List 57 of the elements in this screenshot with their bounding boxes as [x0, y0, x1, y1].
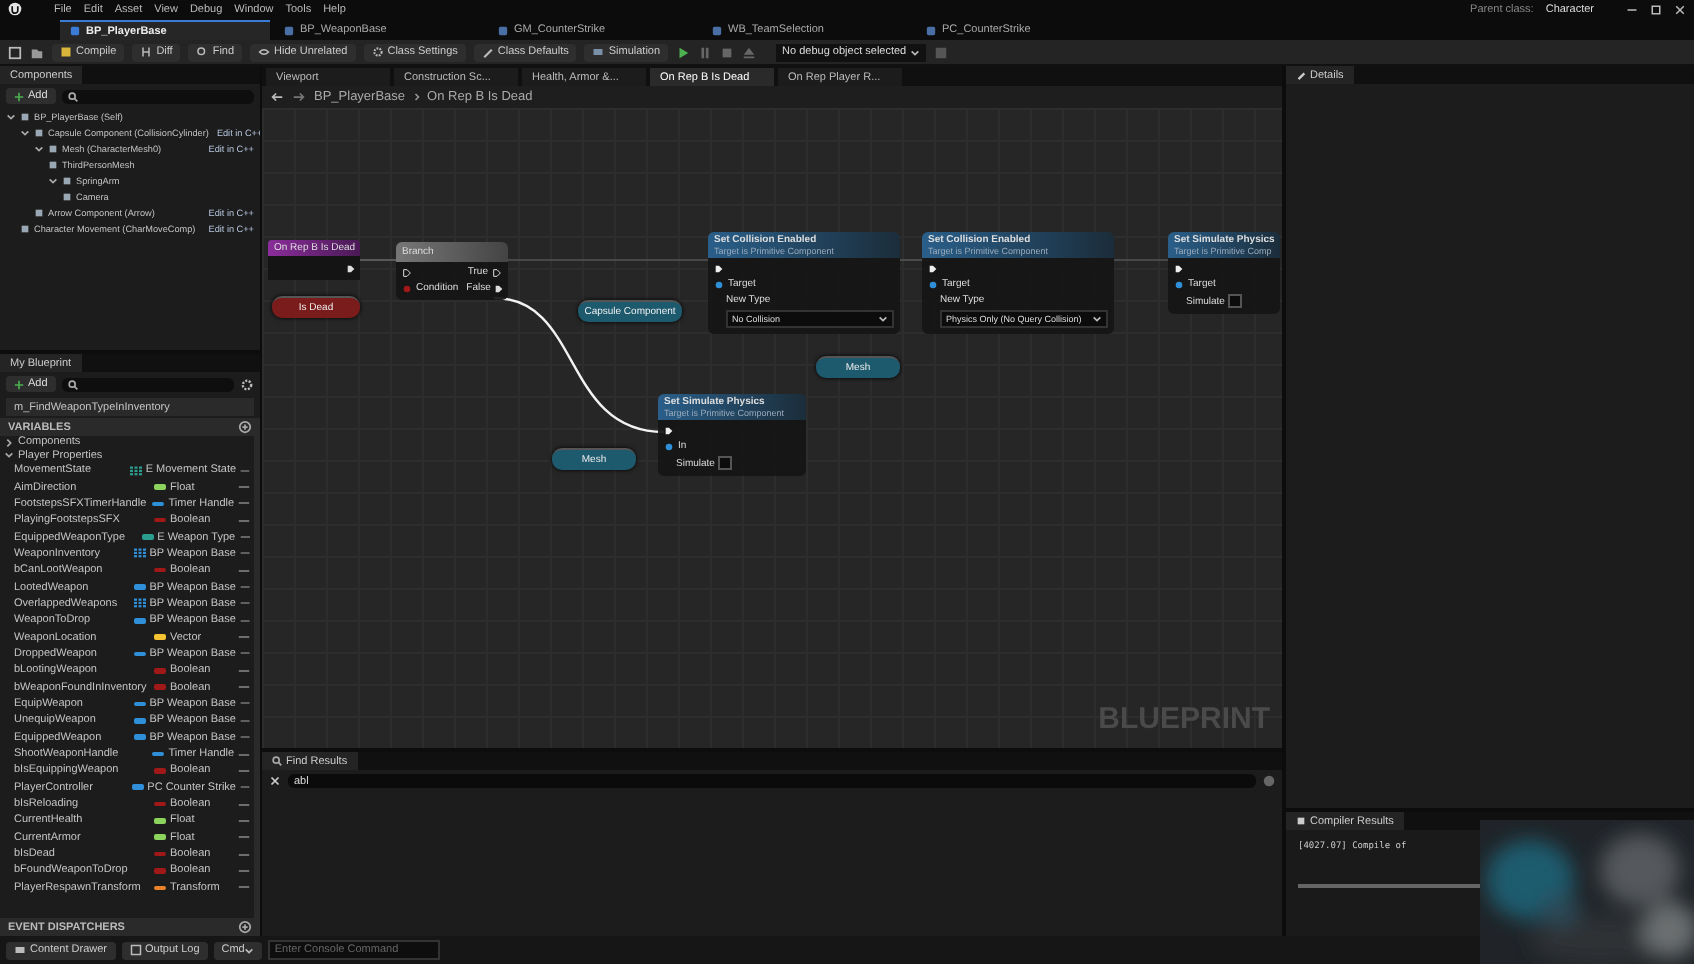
eject-icon[interactable] — [742, 45, 757, 59]
expand-caret-icon[interactable] — [4, 437, 14, 448]
search-icon — [67, 379, 78, 389]
settings-icon[interactable] — [240, 377, 254, 391]
pencil-icon — [1296, 70, 1306, 80]
stop-icon[interactable] — [720, 45, 735, 59]
chevron-icon — [413, 92, 420, 102]
caret-icon — [910, 47, 921, 57]
monitor-icon — [592, 46, 605, 58]
array-type-icon — [133, 548, 146, 559]
search-field[interactable] — [61, 377, 234, 391]
pencil-icon — [481, 46, 494, 58]
eye-icon — [258, 46, 271, 58]
data-pin-icon[interactable] — [928, 279, 938, 289]
square-icon — [60, 46, 72, 58]
expand-caret-icon[interactable] — [4, 450, 14, 461]
exec-pin-icon[interactable] — [928, 263, 938, 273]
search-field[interactable] — [61, 89, 254, 103]
exec-pin-icon[interactable] — [1174, 263, 1184, 273]
pause-icon[interactable] — [698, 45, 713, 59]
search-icon — [272, 756, 282, 766]
caret-icon — [244, 945, 255, 955]
play-icon[interactable] — [676, 45, 691, 59]
exec-pin-icon[interactable] — [664, 425, 674, 435]
search-icon — [196, 46, 209, 58]
data-pin-icon[interactable] — [714, 279, 724, 289]
gear-icon — [371, 46, 384, 58]
back-arrow-icon[interactable] — [270, 90, 284, 104]
square-icon — [1296, 816, 1306, 826]
data-pin-icon[interactable] — [402, 283, 412, 293]
maximize-icon[interactable] — [1650, 3, 1662, 15]
exec-pin-icon[interactable] — [494, 283, 505, 293]
exec-pin-icon[interactable] — [346, 263, 356, 273]
log-icon — [129, 944, 142, 956]
caret-icon — [1092, 314, 1102, 324]
expand-caret-icon[interactable] — [48, 175, 58, 185]
data-pin-icon[interactable] — [664, 441, 674, 451]
caret-icon — [878, 314, 888, 324]
simulate-checkbox[interactable] — [718, 456, 733, 470]
add-dispatcher-icon[interactable] — [238, 920, 252, 934]
close-icon[interactable] — [268, 774, 282, 788]
drawer-icon — [14, 944, 26, 956]
forward-arrow-icon[interactable] — [292, 90, 306, 104]
minimize-icon[interactable] — [1626, 3, 1638, 15]
data-pin-icon[interactable] — [1174, 279, 1184, 289]
exec-pin-icon[interactable] — [492, 267, 502, 277]
plus-icon — [14, 91, 24, 101]
simulate-checkbox[interactable] — [1228, 294, 1243, 308]
array-type-icon — [133, 598, 146, 609]
add-variable-icon[interactable] — [238, 420, 252, 434]
plus-icon — [14, 379, 24, 389]
diff-icon — [140, 46, 153, 58]
array-type-icon — [129, 465, 142, 476]
exec-pin-icon[interactable] — [714, 263, 724, 273]
search-icon — [67, 91, 78, 101]
exec-pin-icon[interactable] — [402, 267, 412, 277]
close-icon[interactable] — [1674, 3, 1686, 15]
